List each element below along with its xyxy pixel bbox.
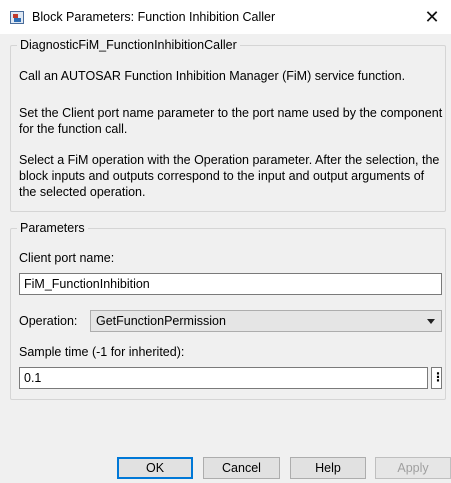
window-title: Block Parameters: Function Inhibition Ca… xyxy=(32,10,276,24)
cancel-button[interactable]: Cancel xyxy=(203,457,280,479)
operation-selected-value: GetFunctionPermission xyxy=(96,314,226,328)
ok-button[interactable]: OK xyxy=(117,457,193,479)
description-paragraph-2: Set the Client port name parameter to th… xyxy=(19,106,443,136)
chevron-down-icon xyxy=(427,319,435,324)
sample-time-input[interactable]: 0.1 xyxy=(19,367,428,389)
operation-dropdown[interactable]: GetFunctionPermission xyxy=(90,310,442,332)
simulink-block-icon xyxy=(10,11,24,24)
help-button[interactable]: Help xyxy=(290,457,366,479)
description-paragraph-1: Call an AUTOSAR Function Inhibition Mana… xyxy=(19,69,406,83)
client-port-label: Client port name: xyxy=(19,251,115,265)
parameters-group-title: Parameters xyxy=(17,221,88,235)
sample-time-menu-icon[interactable]: ⋮ xyxy=(431,367,444,389)
title-bar[interactable]: Block Parameters: Function Inhibition Ca… xyxy=(0,0,451,34)
apply-button[interactable]: Apply xyxy=(375,457,451,479)
client-port-input[interactable]: FiM_FunctionInhibition xyxy=(19,273,442,295)
description-paragraph-3: Select a FiM operation with the Operatio… xyxy=(19,153,440,199)
sample-time-label: Sample time (-1 for inherited): xyxy=(19,345,185,359)
operation-label: Operation: xyxy=(19,314,78,328)
block-parameters-dialog: Block Parameters: Function Inhibition Ca… xyxy=(0,0,451,483)
description-group-title: DiagnosticFiM_FunctionInhibitionCaller xyxy=(17,38,240,52)
close-icon[interactable]: ✕ xyxy=(419,4,445,30)
